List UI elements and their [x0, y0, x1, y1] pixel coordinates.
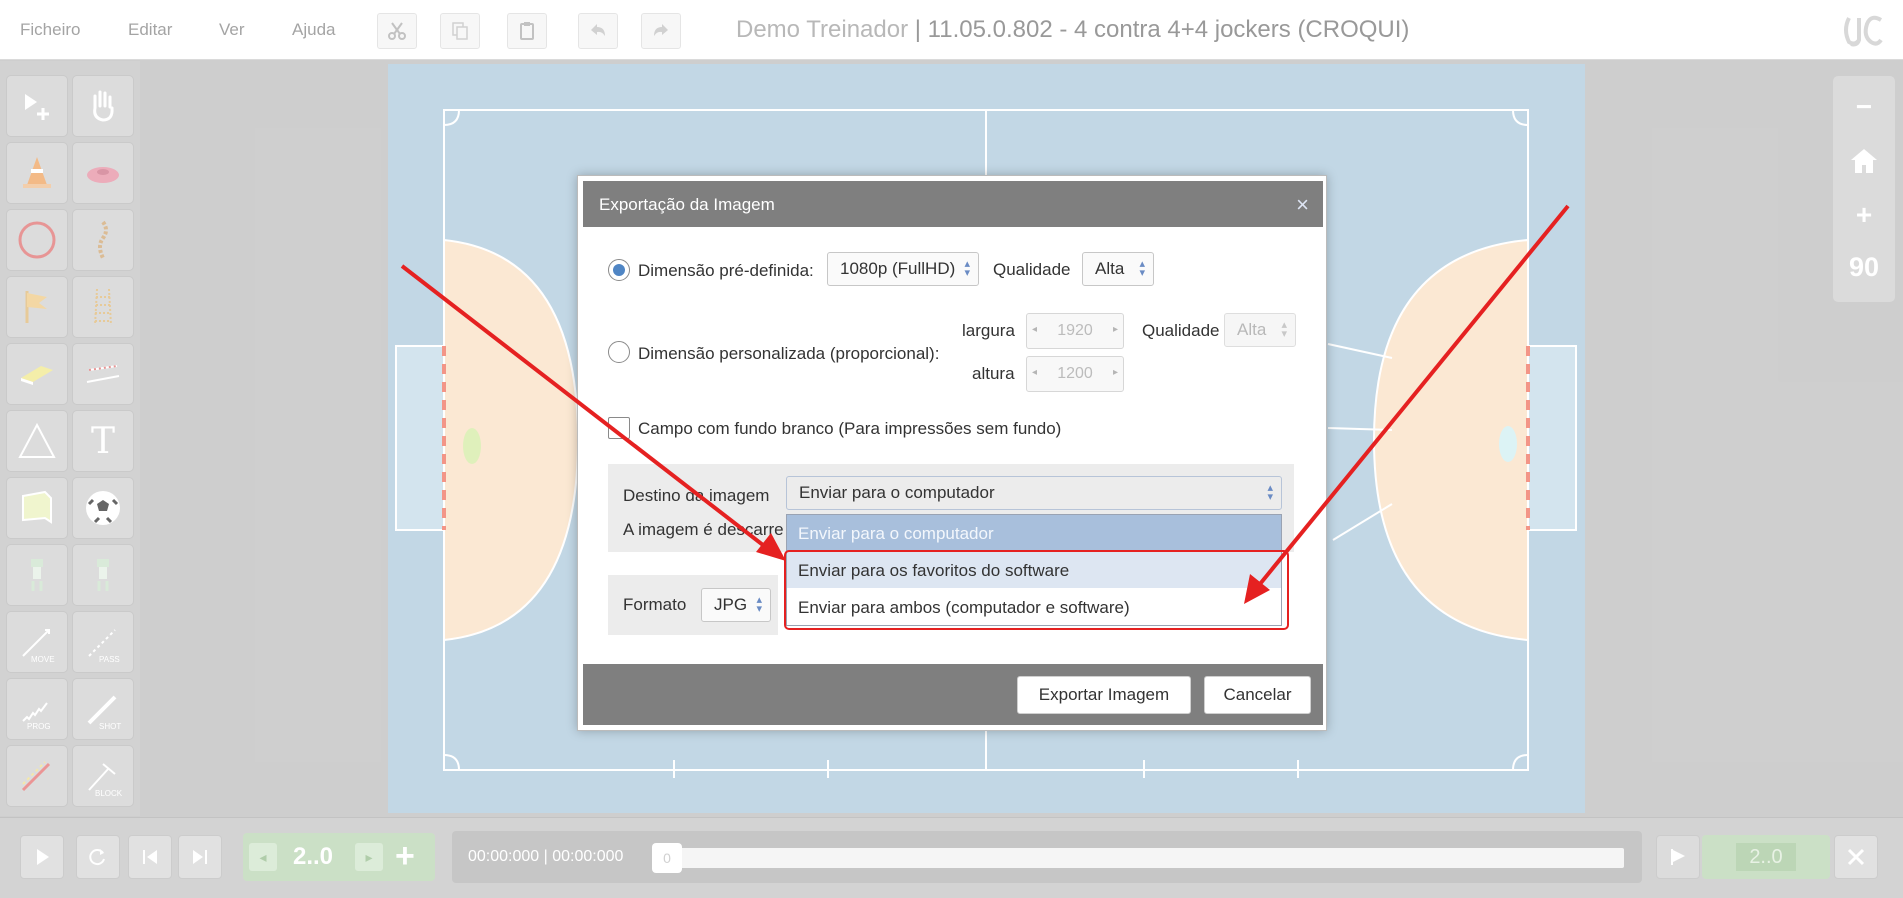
- quality-value: Alta: [1095, 259, 1125, 278]
- predefined-size-radio[interactable]: [608, 259, 630, 281]
- cancel-button[interactable]: Cancelar: [1204, 676, 1311, 714]
- select-arrows-icon: ▴ ▾: [1139, 258, 1145, 279]
- destination-label: Destino da imagem: [623, 486, 770, 505]
- width-value: 1920: [1057, 322, 1093, 339]
- predefined-size-select[interactable]: 1080p (FullHD) ▴ ▾: [827, 252, 979, 286]
- annotation-highlight-box: [784, 550, 1289, 630]
- select-arrows-icon: ▴ ▾: [1267, 482, 1273, 503]
- custom-size-label: Dimensão personalizada (proporcional):: [638, 344, 940, 363]
- destination-option-computer[interactable]: Enviar para o computador: [787, 515, 1281, 551]
- destination-value: Enviar para o computador: [799, 483, 995, 502]
- width-label: largura: [962, 321, 1015, 340]
- height-input[interactable]: ◂ 1200 ▸: [1026, 356, 1124, 392]
- dialog-title: Exportação da Imagem: [599, 195, 775, 214]
- dialog-footer: Exportar Imagem Cancelar: [583, 664, 1323, 725]
- quality-select[interactable]: Alta ▴ ▾: [1082, 252, 1154, 286]
- height-value: 1200: [1057, 365, 1093, 382]
- predefined-size-value: 1080p (FullHD): [840, 259, 956, 278]
- custom-quality-select[interactable]: Alta ▴ ▾: [1224, 313, 1296, 347]
- width-increment-icon: ▸: [1112, 324, 1118, 335]
- custom-quality-value: Alta: [1237, 320, 1267, 339]
- select-arrows-icon: ▴ ▾: [756, 594, 762, 615]
- select-arrows-icon: ▴ ▾: [964, 258, 970, 279]
- white-background-checkbox[interactable]: [608, 417, 630, 439]
- height-increment-icon: ▸: [1112, 367, 1118, 378]
- select-arrows-icon: ▴ ▾: [1281, 319, 1287, 340]
- dialog-close-button[interactable]: ×: [1296, 192, 1309, 218]
- custom-quality-label: Qualidade: [1142, 321, 1220, 340]
- format-select[interactable]: JPG ▴ ▾: [701, 588, 771, 622]
- export-image-button[interactable]: Exportar Imagem: [1017, 676, 1191, 714]
- download-note: A imagem é descarre: [623, 520, 784, 539]
- predefined-size-label: Dimensão pré-definida:: [638, 261, 814, 280]
- white-background-label: Campo com fundo branco (Para impressões …: [638, 419, 1062, 438]
- quality-label: Qualidade: [993, 260, 1071, 279]
- format-value: JPG: [714, 595, 748, 614]
- custom-size-radio[interactable]: [608, 341, 630, 363]
- dialog-header: Exportação da Imagem ×: [583, 181, 1323, 227]
- export-image-dialog: Exportação da Imagem × Dimensão pré-defi…: [577, 175, 1327, 731]
- format-label: Formato: [623, 595, 687, 614]
- destination-select[interactable]: Enviar para o computador ▴ ▾: [786, 476, 1282, 510]
- width-input[interactable]: ◂ 1920 ▸: [1026, 313, 1124, 349]
- height-label: altura: [972, 364, 1015, 383]
